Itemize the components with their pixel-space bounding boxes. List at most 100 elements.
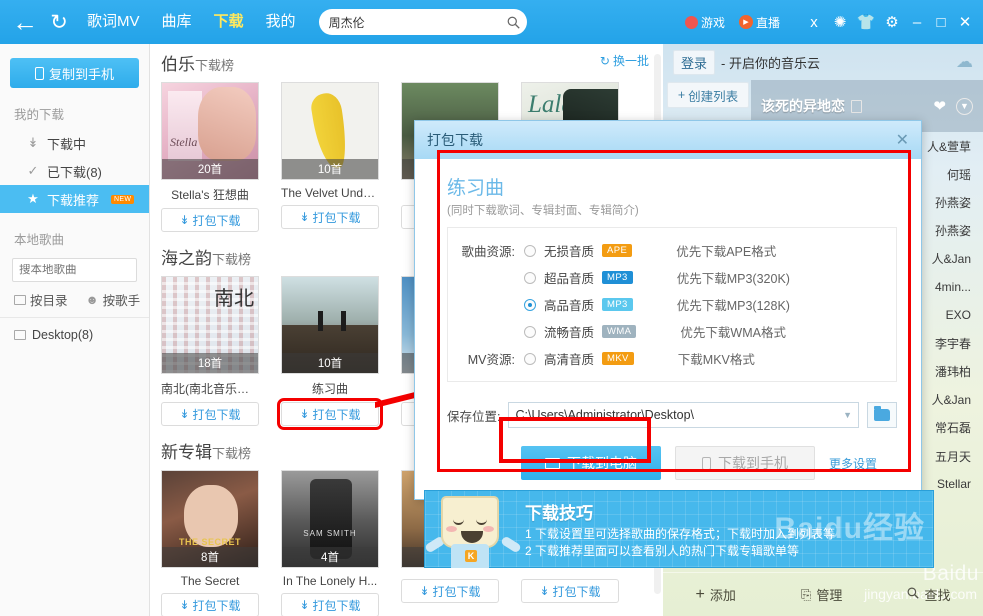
games-button[interactable]: 游戏	[678, 14, 732, 31]
album-card[interactable]: Stella 20首 Stella's 狂想曲 ↡ 打包下载	[161, 82, 259, 232]
nav-download[interactable]: 下载	[203, 0, 255, 44]
album-art[interactable]: 10首	[281, 276, 379, 374]
manage-button[interactable]: ⎘ 管理	[801, 585, 842, 604]
pack-download-button[interactable]: ↡ 打包下载	[401, 579, 499, 603]
album-card[interactable]: 10首 练习曲 ↡ 打包下载	[277, 276, 383, 430]
pack-download-button[interactable]: ↡ 打包下载	[281, 593, 379, 616]
radio-mp3-320[interactable]	[524, 271, 536, 284]
pack-download-button[interactable]: ↡ 打包下载	[521, 579, 619, 603]
option-name: 超品音质	[544, 272, 595, 286]
close-button[interactable]: ✕	[953, 0, 977, 44]
chevron-down-icon[interactable]: ▼	[956, 97, 973, 115]
nav-library[interactable]: 曲库	[151, 0, 203, 44]
download-icon: ↡	[179, 598, 190, 612]
album-title: In The Lonely H...	[282, 574, 378, 588]
chevron-down-icon[interactable]: ▼	[843, 410, 852, 420]
download-to-phone-label: 下载到手机	[718, 455, 788, 471]
add-label: 添加	[709, 588, 736, 603]
download-icon: ↡	[27, 135, 39, 150]
mascot-head	[441, 496, 499, 548]
cloud-icon[interactable]: ☁	[956, 52, 973, 72]
search-icon[interactable]	[501, 9, 527, 35]
radio-wma[interactable]	[524, 325, 536, 338]
download-to-phone-button[interactable]: 下载到手机	[675, 446, 815, 480]
pack-download-button[interactable]: ↡ 打包下载	[161, 208, 259, 232]
section-title-rest: 下载榜	[212, 252, 252, 267]
sidebar-item-download-recommend[interactable]: ★ 下载推荐 NEW	[0, 185, 149, 213]
login-button[interactable]: 登录	[673, 49, 716, 75]
minimize-button[interactable]: –	[905, 0, 929, 44]
album-art-text: 南北	[214, 288, 254, 310]
sidebar-item-label: 下载中	[47, 136, 87, 152]
album-art[interactable]: 南北 18首	[161, 276, 259, 374]
browse-folder-button[interactable]	[867, 402, 897, 428]
album-art[interactable]: Stella 20首	[161, 82, 259, 180]
mascot-arm-right	[500, 535, 522, 554]
album-title: The Velvet Unde...	[281, 186, 379, 200]
search-box[interactable]	[318, 9, 527, 35]
app-window: ← ↻ 歌词MV 曲库 下载 我的 游戏 ▶ 直播 x ✺ 👕 ⚙ –	[0, 0, 983, 616]
more-settings-link[interactable]: 更多设置	[829, 455, 877, 472]
track-count: 10首	[282, 353, 378, 373]
shirt-icon[interactable]: 👕	[853, 0, 879, 44]
pack-download-dialog: 打包下载 ✕ 练习曲 (同时下载歌词、专辑封面、专辑简介) 歌曲资源: 无损音质…	[414, 120, 922, 500]
filter-by-artist[interactable]: ☻ 按歌手	[86, 290, 141, 309]
reload-icon[interactable]: ↻	[42, 0, 76, 44]
close-icon[interactable]: ✕	[896, 130, 909, 150]
mascot-icon: K	[424, 490, 522, 568]
create-list-button[interactable]: + 创建列表	[667, 82, 749, 108]
download-icon: ↡	[299, 598, 310, 612]
mv-source-label: MV资源:	[467, 353, 515, 367]
nav-lyrics-mv[interactable]: 歌词MV	[76, 0, 151, 44]
album-card[interactable]: SAM SMITH 4首 In The Lonely H... ↡ 打包下载	[281, 470, 379, 616]
local-search-box[interactable]	[12, 258, 190, 282]
radio-mkv[interactable]	[524, 352, 536, 365]
save-path-combobox[interactable]: C:\Users\Administrator\Desktop\ ▼	[508, 402, 859, 428]
copy-to-phone-button[interactable]: 复制到手机	[10, 58, 139, 88]
pack-download-button[interactable]: ↡ 打包下载	[281, 205, 379, 229]
find-button[interactable]: 查找	[907, 585, 950, 604]
plus-icon: +	[695, 585, 705, 603]
pack-download-label: 打包下载	[312, 407, 361, 422]
tree-item-desktop[interactable]: Desktop(8)	[0, 318, 149, 342]
download-to-pc-button[interactable]: 下载到电脑	[521, 446, 661, 480]
pack-download-button[interactable]: ↡ 打包下载	[161, 402, 259, 426]
live-button[interactable]: ▶ 直播	[732, 14, 787, 31]
left-sidebar: 复制到手机 我的下载 ↡ 下载中 ✓ 已下载(8) ★ 下载推荐 NEW 本地歌…	[0, 44, 190, 616]
album-card[interactable]: THE SECRET 8首 The Secret ↡ 打包下载	[161, 470, 259, 616]
filter-by-folder[interactable]: 按目录	[14, 290, 68, 309]
mascot-body: K	[451, 544, 489, 568]
search-input[interactable]	[318, 15, 501, 29]
radio-mp3-128[interactable]	[524, 298, 536, 311]
album-art[interactable]: 10首	[281, 82, 379, 180]
play-circle-icon: ▶	[738, 15, 753, 29]
monitor-icon	[545, 457, 560, 469]
radio-ape[interactable]	[524, 244, 536, 257]
find-label: 查找	[924, 588, 951, 603]
heart-icon[interactable]: ❤	[933, 97, 946, 115]
gear-icon[interactable]: ⚙	[879, 0, 905, 44]
sidebar-item-downloaded[interactable]: ✓ 已下载(8)	[0, 157, 149, 185]
manage-label: 管理	[816, 588, 843, 603]
mv-icon[interactable]	[851, 99, 862, 113]
snowflake-icon[interactable]: ✺	[827, 0, 853, 44]
pack-download-button[interactable]: ↡ 打包下载	[161, 593, 259, 616]
album-art[interactable]: THE SECRET 8首	[161, 470, 259, 568]
filter-by-folder-label: 按目录	[30, 294, 68, 308]
pack-download-button[interactable]: ↡ 打包下载	[277, 398, 383, 430]
album-card[interactable]: 南北 18首 南北(南北音乐日记) ↡ 打包下载	[161, 276, 259, 426]
refresh-batch-link[interactable]: ↻ 换一批	[600, 52, 649, 69]
add-button[interactable]: + 添加	[696, 585, 736, 604]
download-icon: ↡	[419, 584, 430, 598]
maximize-button[interactable]: □	[929, 0, 953, 44]
sidebar-item-downloading[interactable]: ↡ 下载中	[0, 129, 149, 157]
album-art[interactable]: SAM SMITH 4首	[281, 470, 379, 568]
album-card[interactable]: 10首 The Velvet Unde... ↡ 打包下载	[281, 82, 379, 232]
quality-options-box: 歌曲资源: 无损音质 APE 优先下载APE格式 超品音质 MP3 优先下载MP…	[447, 227, 897, 382]
tree-item-label: Desktop(8)	[32, 328, 94, 342]
antenna-icon[interactable]: x	[801, 0, 827, 44]
dialog-buttons: 下载到电脑 下载到手机 更多设置	[447, 446, 897, 480]
back-arrow-icon[interactable]: ←	[0, 0, 42, 44]
checkbox-icon[interactable]	[14, 330, 26, 340]
nav-mine[interactable]: 我的	[255, 0, 307, 44]
